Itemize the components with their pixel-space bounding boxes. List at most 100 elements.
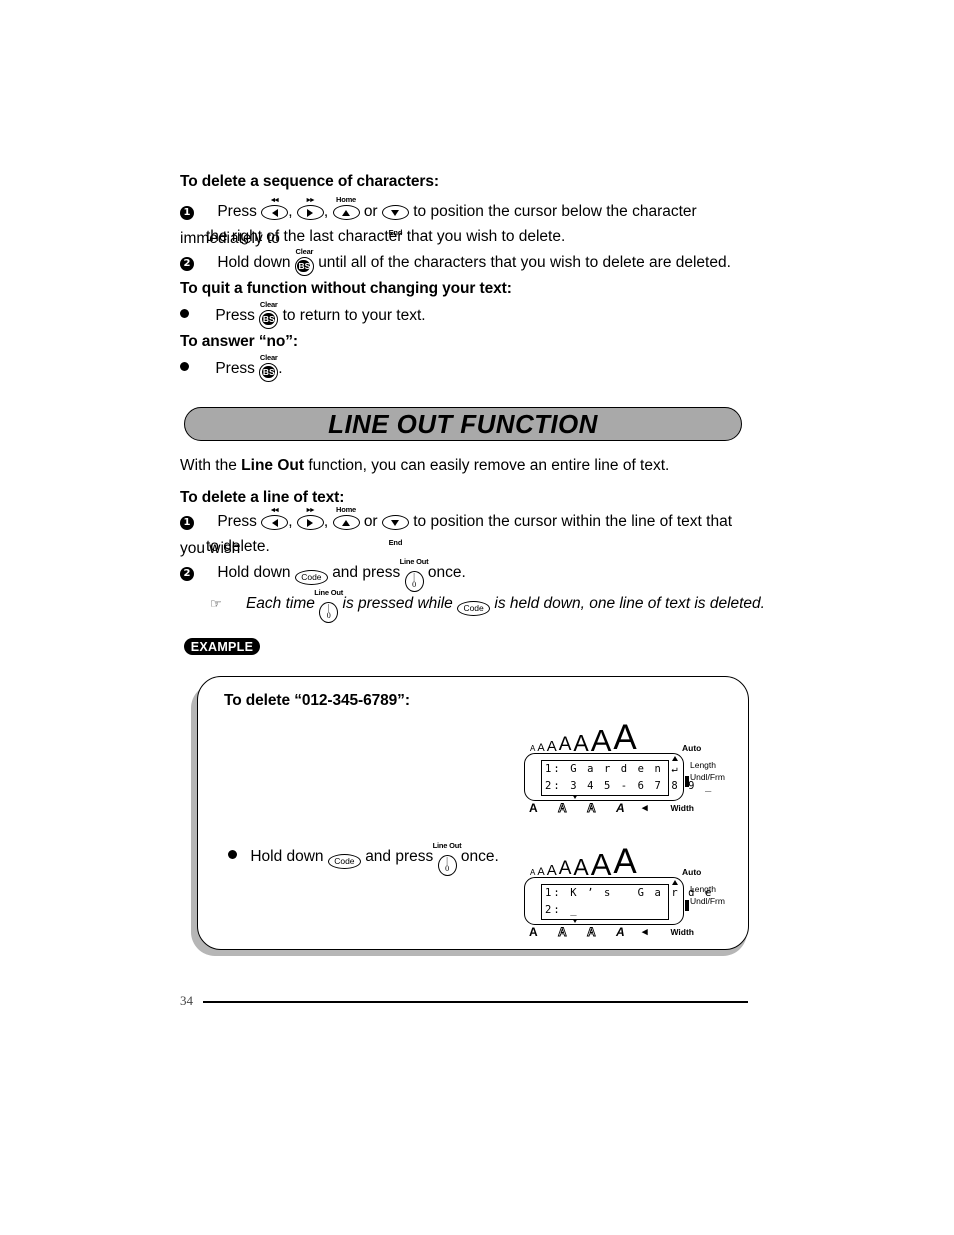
style-indicator-italic: A bbox=[616, 801, 625, 815]
intro-bold-term: Line Out bbox=[241, 457, 305, 474]
code-key-icon[interactable]: Code bbox=[457, 601, 491, 616]
size-indicator-7: A bbox=[613, 718, 637, 758]
step-text-or: or bbox=[363, 513, 378, 530]
note-part1: Each time bbox=[245, 595, 315, 612]
step-text-tail: . bbox=[278, 360, 283, 377]
key-left-arrow[interactable]: ◂◂ bbox=[261, 505, 289, 538]
style-indicator-row: A A A A ◂ Width bbox=[529, 801, 694, 816]
key-up-arrow[interactable]: Home bbox=[332, 505, 360, 538]
intro-part1: With the bbox=[180, 457, 237, 474]
key-line-out-label: Line Out bbox=[314, 588, 344, 597]
code-key-icon[interactable]: Code bbox=[327, 854, 361, 869]
undl-frm-label: Undl/Frm bbox=[690, 895, 725, 906]
bullet-marker bbox=[180, 362, 189, 371]
key-left-arrow-label: ◂◂ bbox=[271, 505, 279, 514]
lcd-screen: 1: G a r d e n ↵ 2: 3 4 5 - 6 7 8 9 _ bbox=[541, 760, 714, 796]
size-indicator-row: A A A A A A A bbox=[530, 718, 680, 758]
step-number-2: 2 bbox=[180, 257, 194, 271]
lcd-display-before: A A A A A A A Auto 1: G a r d e n ↵ 2: 3… bbox=[524, 721, 725, 815]
size-indicator-7: A bbox=[613, 842, 637, 882]
key-bs-top-label: Clear bbox=[295, 247, 314, 256]
step-number-1: 1 bbox=[180, 206, 194, 220]
section-banner-title: LINE OUT FUNCTION bbox=[328, 408, 598, 439]
step-text-press: Press bbox=[217, 203, 257, 220]
right-arrow-icon bbox=[296, 205, 324, 220]
key-line-out-label: Line Out bbox=[399, 557, 429, 566]
footer-rule bbox=[203, 1001, 748, 1004]
style-indicator-italic: A bbox=[616, 925, 625, 939]
step-text-and-press: and press bbox=[332, 564, 401, 581]
key-line-out[interactable]: Line Out | 0 bbox=[314, 588, 343, 623]
lcd-right-labels: Length Undl/Frm bbox=[690, 760, 725, 783]
lcd-line-2: 2: 3 4 5 - 6 7 8 9 _ bbox=[545, 780, 714, 792]
note-line-out: ☞ Each time Line Out | 0 is pressed whil… bbox=[210, 588, 770, 623]
step-text-tail: until all of the characters that you wis… bbox=[318, 254, 731, 271]
lcd-line-2: 2: _ bbox=[545, 904, 579, 916]
size-indicator-5: A bbox=[573, 730, 589, 757]
size-indicator-6: A bbox=[590, 722, 612, 758]
style-indicator-normal: A bbox=[529, 801, 538, 815]
step-text-tail: to return to your text. bbox=[282, 307, 426, 324]
code-key-icon[interactable]: Code bbox=[294, 570, 328, 585]
key-right-arrow[interactable]: ▸▸ bbox=[296, 195, 324, 228]
step-delete-line-1-line2: to delete. bbox=[206, 538, 270, 555]
left-arrow-icon bbox=[261, 205, 289, 220]
line-out-key-icon: | 0 bbox=[404, 570, 424, 592]
style-indicator-shadow: A bbox=[587, 925, 597, 939]
size-indicator-2: A bbox=[537, 741, 545, 754]
key-bs-clear[interactable]: Clear BS bbox=[259, 353, 279, 385]
key-up-arrow-label: Home bbox=[335, 505, 357, 514]
key-up-arrow[interactable]: Home bbox=[332, 195, 360, 228]
step-text-or: or bbox=[363, 203, 378, 220]
action-text-tail: once. bbox=[460, 848, 499, 865]
lcd-line-1: 1: G a r d e n ↵ bbox=[545, 763, 680, 775]
size-indicator-5: A bbox=[573, 854, 589, 881]
example-pill: EXAMPLE bbox=[184, 638, 260, 655]
right-arrow-icon bbox=[296, 515, 324, 530]
step-delete-sequence-2: 2 Hold down Clear BS until all of the ch… bbox=[180, 247, 755, 279]
size-indicator-4: A bbox=[558, 858, 572, 880]
left-arrow-icon bbox=[261, 515, 289, 530]
lcd-bezel: 1: G a r d e n ↵ 2: 3 4 5 - 6 7 8 9 _ bbox=[524, 753, 714, 801]
bs-key-icon: BS bbox=[294, 257, 314, 276]
style-indicator-arrow: ◂ bbox=[642, 926, 648, 938]
up-marker-icon bbox=[672, 880, 678, 885]
step-quit-function: Press Clear BS to return to your text. bbox=[180, 300, 755, 332]
auto-label: Auto bbox=[682, 867, 702, 877]
size-indicator-6: A bbox=[590, 846, 612, 882]
step-answer-no: Press Clear BS . bbox=[180, 353, 755, 385]
key-right-arrow[interactable]: ▸▸ bbox=[296, 505, 324, 538]
key-down-arrow[interactable]: End bbox=[381, 515, 409, 547]
key-right-arrow-label: ▸▸ bbox=[306, 505, 314, 514]
key-left-arrow-label: ◂◂ bbox=[271, 195, 279, 204]
note-part2: is pressed while bbox=[342, 595, 453, 612]
key-line-out[interactable]: Line Out | 0 bbox=[433, 841, 462, 876]
key-bs-clear[interactable]: Clear BS bbox=[294, 247, 314, 279]
lcd-display-after: A A A A A A A Auto 1: K ʼ s G a r d e 2:… bbox=[524, 845, 725, 939]
step-delete-sequence-1-line2: the right of the last character that you… bbox=[206, 228, 566, 245]
size-indicator-row: A A A A A A A bbox=[530, 842, 680, 882]
style-indicator-shadow: A bbox=[587, 801, 597, 815]
section-banner-line-out: LINE OUT FUNCTION bbox=[184, 407, 742, 441]
step-number-2: 2 bbox=[180, 567, 194, 581]
style-indicator-outline: A bbox=[558, 801, 568, 815]
document-page: To delete a sequence of characters: 1 Pr… bbox=[0, 0, 954, 1235]
up-marker-icon bbox=[672, 756, 678, 761]
style-indicator-row: A A A A ◂ Width bbox=[529, 925, 694, 940]
length-label: Length bbox=[690, 760, 716, 770]
undl-frm-label: Undl/Frm bbox=[690, 771, 725, 782]
bs-key-icon: BS bbox=[259, 310, 279, 329]
key-bs-top-label: Clear bbox=[259, 353, 278, 362]
note-part3: is held down, one line of text is delete… bbox=[494, 595, 765, 612]
step-text-hold: Hold down bbox=[217, 254, 291, 271]
key-left-arrow[interactable]: ◂◂ bbox=[261, 195, 289, 228]
key-bs-clear[interactable]: Clear BS bbox=[259, 300, 279, 332]
style-indicator-normal: A bbox=[529, 925, 538, 939]
lcd-right-labels: Length Undl/Frm bbox=[690, 884, 725, 907]
heading-answer-no: To answer “no”: bbox=[180, 333, 298, 350]
key-down-arrow[interactable]: End bbox=[381, 205, 409, 237]
key-line-out[interactable]: Line Out | 0 bbox=[400, 557, 429, 592]
auto-label: Auto bbox=[682, 743, 702, 753]
pointing-hand-icon: ☞ bbox=[210, 596, 222, 611]
key-up-arrow-label: Home bbox=[335, 195, 357, 204]
